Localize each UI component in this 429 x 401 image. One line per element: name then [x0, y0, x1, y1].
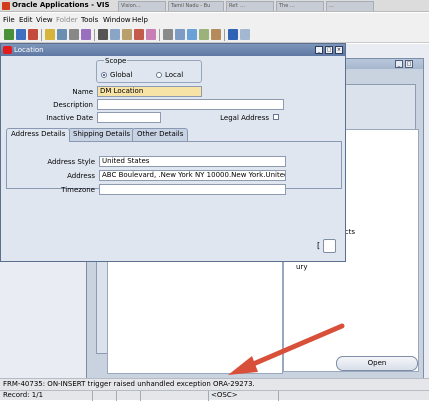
name-label: Name: [72, 88, 93, 96]
local-label: Local: [165, 71, 184, 79]
timezone-label: Timezone: [61, 186, 95, 194]
browser-tab[interactable]: Ref: ...: [226, 1, 274, 11]
close-icon[interactable]: ×: [335, 46, 343, 54]
paste-icon[interactable]: [122, 29, 132, 40]
status-bar: Record: 1/1 <OSC>: [0, 390, 429, 401]
details-button[interactable]: [323, 239, 336, 253]
address-style-label: Address Style: [47, 158, 95, 166]
browser-tab[interactable]: The ...: [276, 1, 324, 11]
window-help-icon[interactable]: [228, 29, 238, 40]
delete-icon[interactable]: [146, 29, 156, 40]
clear-record-icon[interactable]: [134, 29, 144, 40]
local-radio[interactable]: [156, 72, 162, 78]
browser-tab[interactable]: Vision...: [118, 1, 166, 11]
toolbar-divider: [94, 29, 95, 41]
close-form-icon[interactable]: [69, 29, 79, 40]
minimize-icon[interactable]: _: [315, 46, 323, 54]
location-window-titlebar: Location _ □ ×: [1, 44, 345, 56]
timezone-field[interactable]: [99, 184, 286, 195]
arrow-shaft: [241, 323, 345, 371]
legal-address-label: Legal Address: [220, 114, 269, 122]
description-label: Description: [53, 101, 93, 109]
name-field[interactable]: DM Location: [97, 86, 202, 97]
minimize-icon[interactable]: _: [395, 60, 403, 68]
menu-folder[interactable]: Folder: [56, 16, 78, 24]
tab-shipping-details[interactable]: Shipping Details: [68, 128, 136, 141]
oracle-form-icon: [3, 46, 12, 54]
toolbar: [0, 27, 429, 43]
new-icon[interactable]: [4, 29, 14, 40]
attachments-icon[interactable]: [199, 29, 209, 40]
global-radio[interactable]: [101, 72, 107, 78]
maximize-icon[interactable]: □: [325, 46, 333, 54]
description-field[interactable]: [97, 99, 284, 110]
menu-help[interactable]: Help: [132, 16, 148, 24]
find-icon[interactable]: [16, 29, 26, 40]
toolbar-divider: [224, 29, 225, 41]
tab-address-details[interactable]: Address Details: [6, 128, 71, 142]
print-icon[interactable]: [57, 29, 67, 40]
browser-tab[interactable]: Tamil Nadu - Bu: [168, 1, 224, 11]
menu-tools[interactable]: Tools: [81, 16, 98, 24]
location-window: Location _ □ × Scope Global Local Name D…: [0, 43, 346, 262]
message-bar: FRM-40735: ON-INSERT trigger raised unha…: [0, 378, 429, 390]
toolbar-divider: [159, 29, 160, 41]
toolbar-divider: [41, 29, 42, 41]
oracle-logo-icon: [2, 2, 10, 10]
folder-tools-icon[interactable]: [211, 29, 221, 40]
scope-group: Scope Global Local: [96, 57, 202, 83]
menu-window[interactable]: Window: [103, 16, 131, 24]
print-preview-icon[interactable]: [81, 29, 91, 40]
copy-icon[interactable]: [110, 29, 120, 40]
scope-caption: Scope: [104, 57, 128, 65]
tab-other-details[interactable]: Other Details: [132, 128, 189, 141]
inactive-date-field[interactable]: [97, 112, 161, 123]
window-title: Location: [14, 46, 44, 54]
menu-edit[interactable]: Edit: [19, 16, 33, 24]
address-field[interactable]: ABC Boulevard, .New York NY 10000.New Yo…: [99, 170, 286, 181]
bracket-indicator: [: [317, 241, 321, 250]
address-label: Address: [67, 172, 95, 180]
edit-field-icon[interactable]: [163, 29, 173, 40]
browser-tab[interactable]: ...: [326, 1, 374, 11]
maximize-icon[interactable]: □: [405, 60, 413, 68]
record-indicator: Record: 1/1: [3, 391, 44, 399]
red-arrow-annotation: [228, 323, 345, 375]
global-label: Global: [110, 71, 133, 79]
translations-icon[interactable]: [187, 29, 197, 40]
inactive-date-label: Inactive Date: [46, 114, 93, 122]
browser-tab-strip: Oracle Applications - VIS Vision... Tami…: [0, 0, 429, 12]
zoom-icon[interactable]: [175, 29, 185, 40]
arrow-head: [228, 356, 258, 375]
save-icon[interactable]: [45, 29, 55, 40]
navigator-icon[interactable]: [28, 29, 38, 40]
app-title: Oracle Applications - VIS: [12, 1, 110, 9]
legal-address-checkbox[interactable]: [273, 114, 279, 120]
menu-view[interactable]: View: [36, 16, 53, 24]
menu-bar: File Edit View Folder Tools Window Help: [0, 13, 429, 27]
address-style-field[interactable]: United States: [99, 156, 286, 167]
function-item[interactable]: ury: [296, 263, 307, 271]
help-icon[interactable]: [240, 29, 250, 40]
cut-icon[interactable]: [98, 29, 108, 40]
menu-file[interactable]: File: [3, 16, 15, 24]
